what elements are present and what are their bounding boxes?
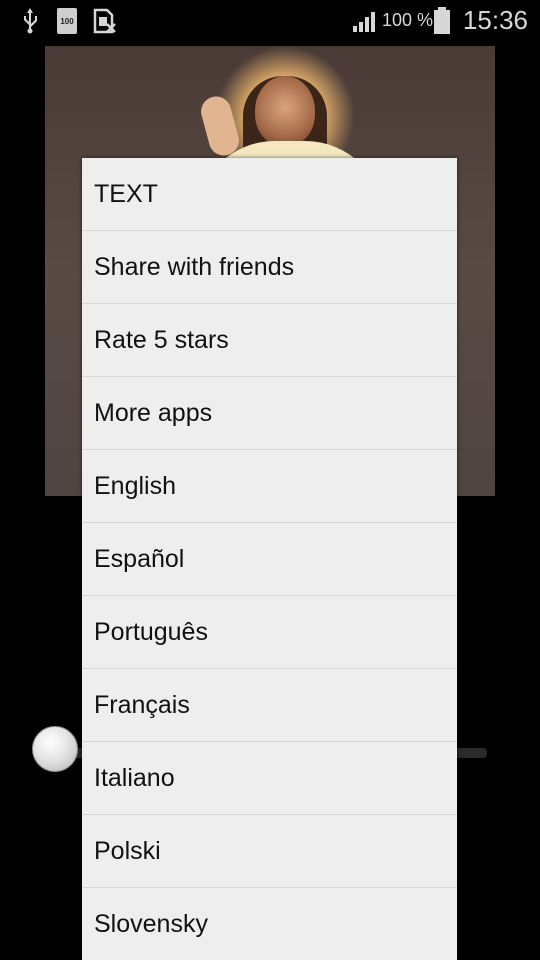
menu-item-text[interactable]: TEXT — [82, 158, 457, 231]
status-time: 15:36 — [462, 5, 528, 35]
menu-item-francais[interactable]: Français — [82, 669, 457, 742]
screen: 100 100 % 15:36 TEXT Share with friends … — [0, 0, 540, 960]
menu-item-english[interactable]: English — [82, 450, 457, 523]
menu-item-label: Polski — [94, 836, 161, 865]
battery-icon — [434, 7, 450, 34]
menu-item-label: Slovensky — [94, 909, 208, 938]
menu-item-more-apps[interactable]: More apps — [82, 377, 457, 450]
signal-icon — [353, 12, 375, 32]
battery-percent: 100 % — [382, 10, 434, 30]
menu-item-espanol[interactable]: Español — [82, 523, 457, 596]
menu-item-label: Português — [94, 617, 208, 646]
menu-item-label: Rate 5 stars — [94, 325, 229, 354]
no-sim-icon — [93, 8, 116, 34]
usb-icon — [24, 8, 37, 34]
menu-item-label: English — [94, 471, 176, 500]
menu-item-label: Français — [94, 690, 190, 719]
menu-item-share[interactable]: Share with friends — [82, 231, 457, 304]
menu-item-label: TEXT — [94, 179, 158, 208]
options-menu: TEXT Share with friends Rate 5 stars Mor… — [82, 158, 457, 960]
menu-item-portugues[interactable]: Português — [82, 596, 457, 669]
menu-item-slovensky[interactable]: Slovensky — [82, 888, 457, 960]
battery-app-icon: 100 — [57, 8, 77, 34]
menu-item-label: Italiano — [94, 763, 175, 792]
menu-item-rate[interactable]: Rate 5 stars — [82, 304, 457, 377]
menu-item-label: More apps — [94, 398, 213, 427]
menu-item-italiano[interactable]: Italiano — [82, 742, 457, 815]
menu-item-label: Share with friends — [94, 252, 295, 281]
figure-head-shape — [255, 76, 315, 146]
menu-item-label: Español — [94, 544, 185, 573]
status-bar: 100 100 % 15:36 — [0, 0, 540, 40]
menu-item-polski[interactable]: Polski — [82, 815, 457, 888]
slider-thumb[interactable] — [32, 726, 78, 772]
battery-app-label: 100 — [60, 17, 74, 26]
